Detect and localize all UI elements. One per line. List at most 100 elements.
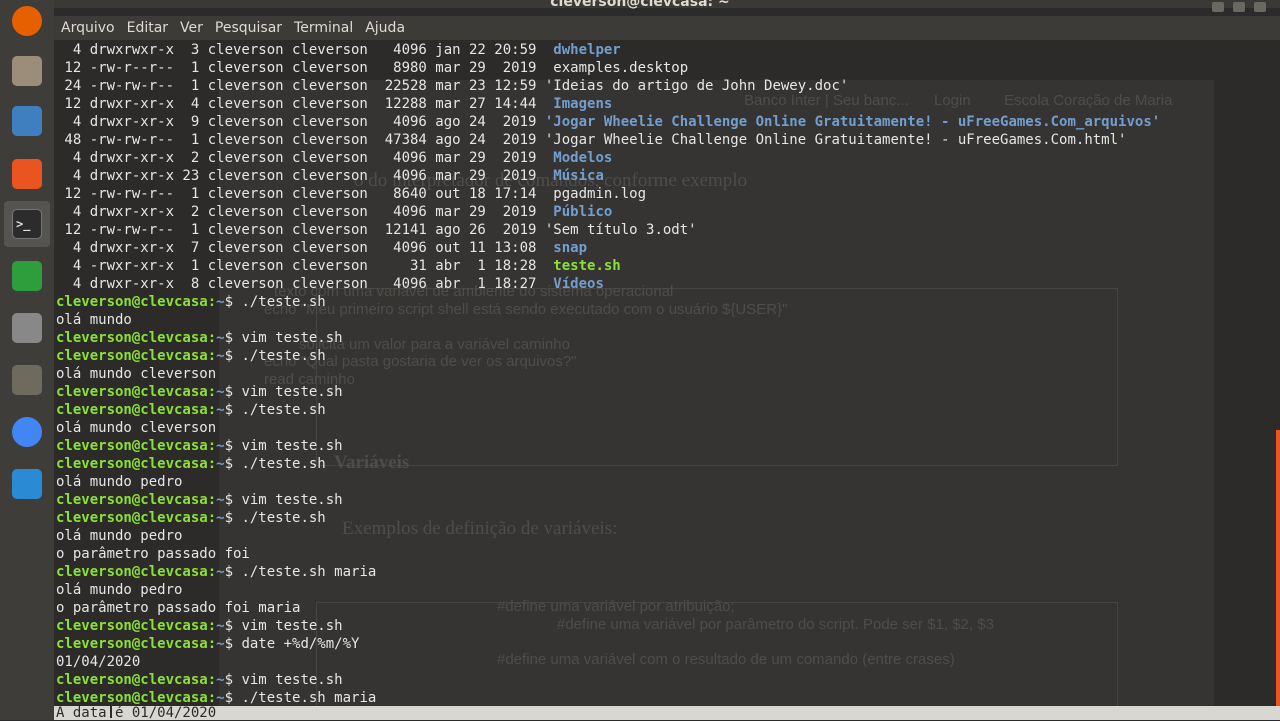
settings-icon[interactable] bbox=[9, 310, 45, 346]
listing-meta: 4 -rwxr-xr-x 1 cleverson cleverson 31 ab… bbox=[56, 258, 554, 274]
prompt-symbol: $ bbox=[224, 384, 242, 400]
prompt-line: cleverson@clevcasa:~$ ./teste.sh maria bbox=[56, 689, 1160, 706]
prompt-user-host: cleverson@clevcasa: bbox=[56, 456, 217, 472]
prompt-path: ~ bbox=[216, 438, 225, 454]
output-text: 01/04/2020 bbox=[56, 654, 141, 670]
prompt-line: cleverson@clevcasa:~$ vim teste.sh bbox=[56, 437, 1160, 455]
listing-meta: 4 drwxr-xr-x 8 cleverson cleverson 4096 … bbox=[56, 276, 554, 292]
listing-row: 4 drwxr-xr-x 8 cleverson cleverson 4096 … bbox=[56, 275, 1160, 293]
output-line: olá mundo cleverson bbox=[56, 365, 1160, 383]
listing-meta: 4 drwxrwxr-x 3 cleverson cleverson 4096 … bbox=[56, 42, 554, 58]
menu-ajuda[interactable]: Ajuda bbox=[365, 16, 405, 40]
listing-meta: 12 -rw-rw-r-- 1 cleverson cleverson 8640… bbox=[56, 186, 554, 202]
terminal-current-line: A data é 01/04/2020 bbox=[54, 705, 1280, 721]
prompt-user-host: cleverson@clevcasa: bbox=[56, 384, 217, 400]
listing-filename: examples.desktop bbox=[553, 60, 689, 76]
menu-ver[interactable]: Ver bbox=[180, 16, 203, 40]
menu-arquivo[interactable]: Arquivo bbox=[61, 16, 115, 40]
prompt-line: cleverson@clevcasa:~$ ./teste.sh bbox=[56, 509, 1160, 527]
prompt-path: ~ bbox=[216, 618, 225, 634]
prompt-path: ~ bbox=[216, 636, 225, 652]
firefox-icon[interactable] bbox=[9, 3, 45, 39]
prompt-symbol: $ bbox=[224, 294, 242, 310]
listing-filename: 'Ideias do artigo de John Dewey.doc' bbox=[544, 78, 849, 94]
prompt-user-host: cleverson@clevcasa: bbox=[56, 294, 217, 310]
chrome-icon[interactable] bbox=[9, 414, 45, 450]
listing-filename: 'Sem título 3.odt' bbox=[544, 222, 697, 238]
software-store-icon[interactable] bbox=[9, 156, 45, 192]
prompt-line: cleverson@clevcasa:~$ ./teste.sh bbox=[56, 293, 1160, 311]
prompt-user-host: cleverson@clevcasa: bbox=[56, 330, 217, 346]
listing-filename: Público bbox=[553, 204, 613, 220]
document-viewer-icon[interactable] bbox=[9, 103, 45, 139]
terminal-window[interactable]: Banco Inter | Seu banc... Login Escola C… bbox=[54, 40, 1280, 706]
listing-meta: 4 drwxr-xr-x 2 cleverson cleverson 4096 … bbox=[56, 204, 554, 220]
prompt-symbol: $ bbox=[224, 456, 242, 472]
prompt-path: ~ bbox=[216, 690, 225, 706]
listing-filename: Imagens bbox=[553, 96, 613, 112]
prompt-symbol: $ bbox=[224, 618, 242, 634]
prompt-line: cleverson@clevcasa:~$ ./teste.sh bbox=[56, 347, 1160, 365]
listing-row: 4 drwxr-xr-x 2 cleverson cleverson 4096 … bbox=[56, 149, 1160, 167]
menu-terminal[interactable]: Terminal bbox=[294, 16, 353, 40]
listing-filename: snap bbox=[553, 240, 588, 256]
scrollbar[interactable] bbox=[1276, 430, 1280, 706]
output-line: 01/04/2020 bbox=[56, 653, 1160, 671]
prompt-line: cleverson@clevcasa:~$ ./teste.sh bbox=[56, 401, 1160, 419]
close-button[interactable] bbox=[1254, 2, 1266, 12]
terminal-icon[interactable]: >_ bbox=[4, 201, 50, 247]
listing-filename: 'Jogar Wheelie Challenge Online Gratuita… bbox=[544, 114, 1161, 130]
prompt-symbol: $ bbox=[224, 672, 242, 688]
listing-row: 4 drwxr-xr-x 23 cleverson cleverson 4096… bbox=[56, 167, 1160, 185]
gimp-icon[interactable] bbox=[9, 362, 45, 398]
window-controls bbox=[1208, 0, 1266, 16]
prompt-user-host: cleverson@clevcasa: bbox=[56, 564, 217, 580]
listing-row: 12 -rw-rw-r-- 1 cleverson cleverson 1214… bbox=[56, 221, 1160, 239]
listing-meta: 4 drwxr-xr-x 7 cleverson cleverson 4096 … bbox=[56, 240, 554, 256]
vscode-icon[interactable] bbox=[9, 466, 45, 502]
output-line: olá mundo pedro bbox=[56, 473, 1160, 491]
prompt-path: ~ bbox=[216, 402, 225, 418]
command-text: vim teste.sh bbox=[241, 492, 343, 508]
command-text: date +%d/%m/%Y bbox=[241, 636, 360, 652]
prompt-symbol: $ bbox=[224, 438, 242, 454]
output-text: olá mundo cleverson bbox=[56, 420, 217, 436]
prompt-user-host: cleverson@clevcasa: bbox=[56, 636, 217, 652]
prompt-path: ~ bbox=[216, 492, 225, 508]
listing-meta: 48 -rw-rw-r-- 1 cleverson cleverson 4738… bbox=[56, 132, 545, 148]
spreadsheet-icon[interactable] bbox=[9, 258, 45, 294]
terminal-output: 4 drwxrwxr-x 3 cleverson cleverson 4096 … bbox=[56, 41, 1160, 706]
prompt-symbol: $ bbox=[224, 402, 242, 418]
listing-meta: 12 -rw-r--r-- 1 cleverson cleverson 8980… bbox=[56, 60, 554, 76]
listing-meta: 12 -rw-rw-r-- 1 cleverson cleverson 1214… bbox=[56, 222, 545, 238]
prompt-path: ~ bbox=[216, 384, 225, 400]
output-line: olá mundo pedro bbox=[56, 527, 1160, 545]
prompt-user-host: cleverson@clevcasa: bbox=[56, 510, 217, 526]
minimize-button[interactable] bbox=[1211, 2, 1224, 12]
files-icon[interactable] bbox=[9, 53, 45, 89]
maximize-button[interactable] bbox=[1232, 2, 1245, 12]
output-text: olá mundo bbox=[56, 312, 132, 328]
listing-meta: 4 drwxr-xr-x 9 cleverson cleverson 4096 … bbox=[56, 114, 545, 130]
prompt-user-host: cleverson@clevcasa: bbox=[56, 672, 217, 688]
menu-bar: Arquivo Editar Ver Pesquisar Terminal Ajuda bbox=[54, 16, 1280, 40]
listing-filename: pgadmin.log bbox=[553, 186, 647, 202]
menu-editar[interactable]: Editar bbox=[127, 16, 168, 40]
listing-row: 12 drwxr-xr-x 4 cleverson cleverson 1228… bbox=[56, 95, 1160, 113]
command-text: ./teste.sh bbox=[241, 402, 326, 418]
menu-pesquisar[interactable]: Pesquisar bbox=[215, 16, 282, 40]
prompt-user-host: cleverson@clevcasa: bbox=[56, 402, 217, 418]
prompt-symbol: $ bbox=[224, 636, 242, 652]
command-text: ./teste.sh maria bbox=[241, 690, 377, 706]
prompt-user-host: cleverson@clevcasa: bbox=[56, 690, 217, 706]
output-line: o parâmetro passado foi bbox=[56, 545, 1160, 563]
prompt-symbol: $ bbox=[224, 690, 242, 706]
listing-filename: 'Jogar Wheelie Challenge Online Gratuita… bbox=[544, 132, 1127, 148]
prompt-symbol: $ bbox=[224, 492, 242, 508]
prompt-path: ~ bbox=[216, 456, 225, 472]
listing-row: 12 -rw-r--r-- 1 cleverson cleverson 8980… bbox=[56, 59, 1160, 77]
output-text: olá mundo pedro bbox=[56, 474, 183, 490]
output-line: olá mundo bbox=[56, 311, 1160, 329]
command-text: vim teste.sh bbox=[241, 438, 343, 454]
prompt-path: ~ bbox=[216, 348, 225, 364]
